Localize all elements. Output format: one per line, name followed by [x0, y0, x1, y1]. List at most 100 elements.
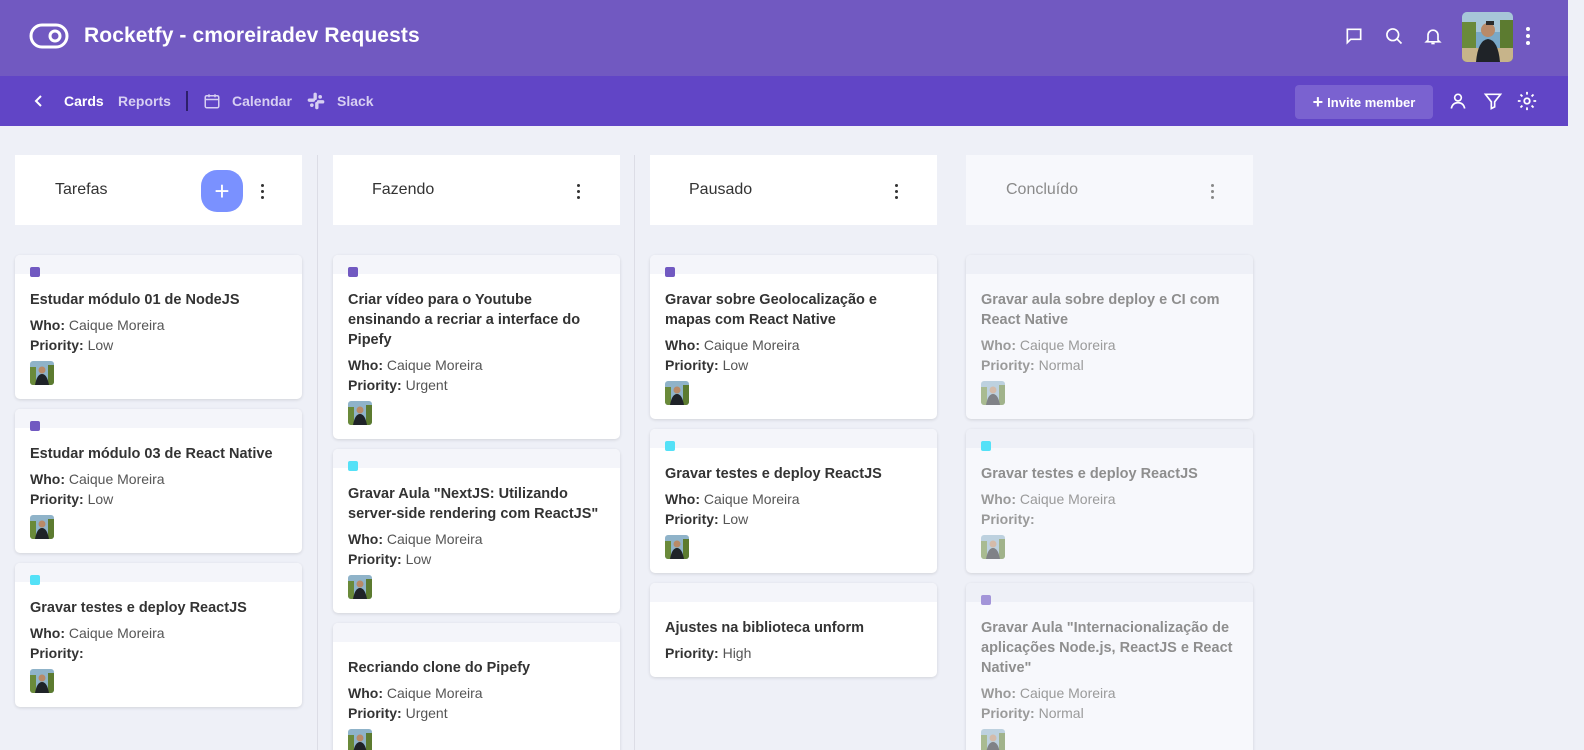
card-title: Gravar aula sobre deploy e CI com React … — [981, 292, 1220, 328]
who-label: Who: — [981, 685, 1016, 701]
card-label-tag — [30, 421, 40, 431]
who-label: Who: — [981, 491, 1016, 507]
priority-value: Low — [405, 551, 432, 567]
column-title: Pausado — [689, 181, 753, 198]
card-priority: Priority: Low — [665, 355, 922, 375]
card-title: Gravar testes e deploy ReactJS — [665, 466, 882, 482]
card-title: Recriando clone do Pipefy — [348, 660, 531, 676]
calendar-icon[interactable] — [203, 76, 221, 126]
kanban-card[interactable]: Estudar módulo 01 de NodeJS Who: Caique M… — [15, 255, 302, 399]
column-menu-icon[interactable] — [252, 181, 272, 201]
user-avatar[interactable] — [1462, 12, 1513, 62]
column-header: Pausado — [650, 155, 937, 225]
who-label: Who: — [665, 491, 700, 507]
tab-slack[interactable]: Slack — [337, 76, 374, 126]
card-title: Estudar módulo 01 de NodeJS — [30, 292, 240, 308]
card-priority: Priority: Normal — [981, 355, 1238, 375]
assignee-avatar — [30, 669, 54, 693]
priority-label: Priority: — [348, 551, 402, 567]
tab-reports[interactable]: Reports — [118, 76, 171, 126]
card-who: Who: Caique Moreira — [348, 355, 605, 375]
kanban-board: Tarefas + Estudar módulo 01 de NodeJS Who… — [0, 126, 1568, 750]
column-menu-icon[interactable] — [1202, 181, 1222, 201]
card-title: Gravar Aula "NextJS: Utilizando server-s… — [348, 486, 599, 522]
card-priority: Priority: Urgent — [348, 375, 605, 395]
settings-gear-icon[interactable] — [1516, 76, 1538, 126]
kanban-card[interactable]: Gravar testes e deploy ReactJS Who: Caiqu… — [15, 563, 302, 707]
card-title: Estudar módulo 03 de React Native — [30, 446, 273, 462]
card-who: Who: Caique Moreira — [348, 529, 605, 549]
card-priority: Priority: — [981, 509, 1238, 529]
card-list: Gravar aula sobre deploy e CI com React … — [966, 255, 1253, 750]
kanban-card[interactable]: Gravar Aula "Internacionalização de apli… — [966, 583, 1253, 750]
column-title: Tarefas — [55, 181, 108, 198]
card-list: Estudar módulo 01 de NodeJS Who: Caique M… — [15, 255, 302, 707]
user-icon[interactable] — [1448, 76, 1468, 126]
card-list: Gravar sobre Geolocalização e mapas com … — [650, 255, 937, 677]
card-who: Who: Caique Moreira — [665, 489, 922, 509]
who-label: Who: — [348, 531, 383, 547]
kanban-card[interactable]: Ajustes na biblioteca unform Priority: Hi… — [650, 583, 937, 677]
priority-label: Priority: — [30, 337, 84, 353]
add-card-button[interactable]: + — [201, 170, 243, 212]
priority-label: Priority: — [30, 491, 84, 507]
column-divider — [317, 155, 318, 750]
kanban-card[interactable]: Gravar testes e deploy ReactJS Who: Caiqu… — [650, 429, 937, 573]
column-title: Concluído — [1006, 181, 1079, 198]
top-header: Rocketfy - cmoreiradev Requests — [0, 0, 1568, 76]
who-value: Caique Moreira — [1019, 491, 1116, 507]
kanban-card[interactable]: Recriando clone do Pipefy Who: Caique Mor… — [333, 623, 620, 750]
invite-member-label: Invite member — [1327, 94, 1416, 110]
message-icon[interactable] — [1342, 24, 1366, 48]
column-title: Fazendo — [372, 181, 435, 198]
card-title: Gravar testes e deploy ReactJS — [30, 600, 247, 616]
kanban-card[interactable]: Criar vídeo para o Youtube ensinando a r… — [333, 255, 620, 439]
priority-label: Priority: — [981, 357, 1035, 373]
bell-icon[interactable] — [1421, 24, 1445, 48]
card-title: Criar vídeo para o Youtube ensinando a r… — [348, 292, 581, 348]
tab-cards[interactable]: Cards — [64, 76, 104, 126]
kanban-card[interactable]: Gravar Aula "NextJS: Utilizando server-s… — [333, 449, 620, 613]
kanban-card[interactable]: Gravar aula sobre deploy e CI com React … — [966, 255, 1253, 419]
column-menu-icon[interactable] — [886, 181, 906, 201]
card-who: Who: Caique Moreira — [30, 623, 287, 643]
kanban-card[interactable]: Gravar sobre Geolocalização e mapas com … — [650, 255, 937, 419]
priority-label: Priority: — [981, 705, 1035, 721]
priority-label: Priority: — [665, 645, 719, 661]
who-value: Caique Moreira — [703, 491, 800, 507]
card-priority: Priority: — [30, 643, 287, 663]
assignee-avatar — [981, 381, 1005, 405]
card-who: Who: Caique Moreira — [981, 489, 1238, 509]
app-title: Rocketfy - cmoreiradev Requests — [84, 24, 420, 47]
invite-member-button[interactable]: + Invite member — [1295, 85, 1433, 119]
back-chevron-icon[interactable] — [32, 76, 46, 126]
column-header: Tarefas + — [15, 155, 302, 225]
who-value: Caique Moreira — [386, 357, 483, 373]
kanban-card[interactable]: Estudar módulo 03 de React Native Who: Ca… — [15, 409, 302, 553]
assignee-avatar — [30, 515, 54, 539]
column-header: Concluído — [966, 155, 1253, 225]
column-menu-icon[interactable] — [568, 181, 588, 201]
priority-label: Priority: — [665, 357, 719, 373]
card-label-tag — [981, 441, 991, 451]
card-priority: Priority: Low — [665, 509, 922, 529]
kanban-card[interactable]: Gravar testes e deploy ReactJS Who: Caiqu… — [966, 429, 1253, 573]
rocketfy-logo-icon[interactable] — [29, 22, 69, 50]
column-concluido: Concluído Gravar aula sobre deploy e CI … — [966, 155, 1253, 750]
who-value: Caique Moreira — [1019, 685, 1116, 701]
card-who: Who: Caique Moreira — [30, 315, 287, 335]
search-icon[interactable] — [1382, 24, 1406, 48]
card-title: Gravar testes e deploy ReactJS — [981, 466, 1198, 482]
who-value: Caique Moreira — [1019, 337, 1116, 353]
slack-icon[interactable] — [306, 76, 326, 126]
tab-calendar[interactable]: Calendar — [232, 76, 292, 126]
card-priority: Priority: Urgent — [348, 703, 605, 723]
filter-icon[interactable] — [1483, 76, 1503, 126]
card-label-tag — [665, 267, 675, 277]
more-vertical-icon[interactable] — [1516, 24, 1540, 48]
card-label-tag — [30, 267, 40, 277]
priority-value: Urgent — [405, 377, 448, 393]
priority-value: Urgent — [405, 705, 448, 721]
card-list: Criar vídeo para o Youtube ensinando a r… — [333, 255, 620, 750]
who-label: Who: — [30, 317, 65, 333]
